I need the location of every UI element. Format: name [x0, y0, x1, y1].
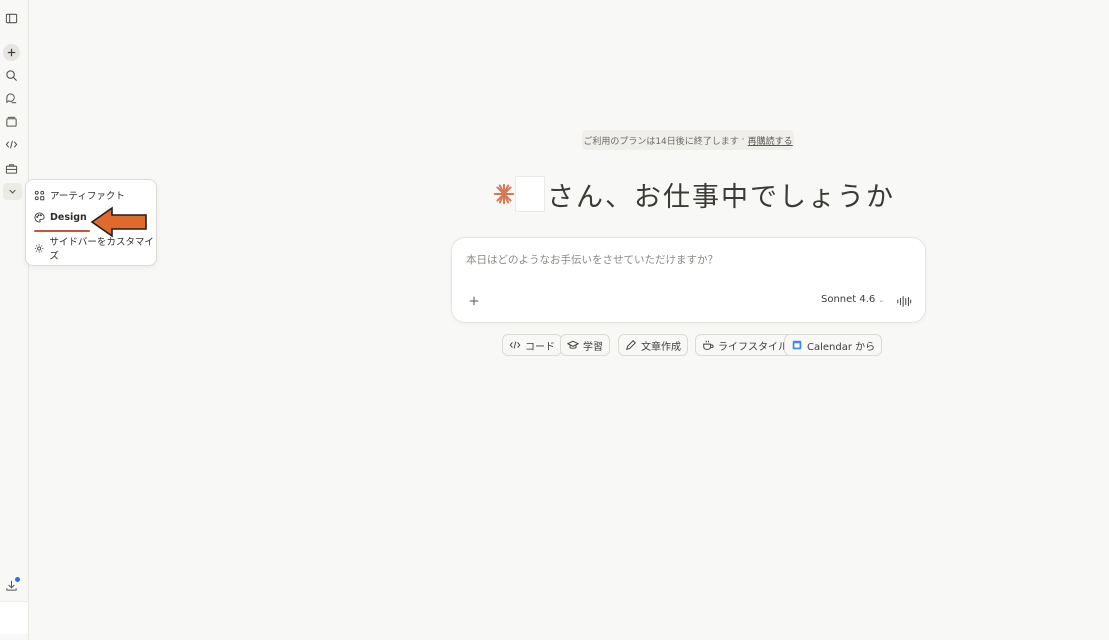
- model-name: Sonnet 4.6: [821, 294, 876, 305]
- chip-code[interactable]: コード: [502, 334, 562, 356]
- user-name-redacted: [515, 176, 545, 212]
- plan-expiry-banner: ご利用のプランは14日後に終了します · 再購読する: [582, 130, 794, 150]
- message-input[interactable]: 本日はどのようなお手伝いをさせていただけますか？: [466, 252, 718, 267]
- code-icon: [509, 341, 521, 349]
- chip-writing[interactable]: 文章作成: [618, 334, 688, 356]
- chip-label: 文章作成: [641, 341, 681, 353]
- artifacts-icon: [34, 190, 45, 200]
- briefcase-icon[interactable]: [3, 160, 20, 177]
- greeting-text: さん、お仕事中でしょうか: [547, 181, 895, 213]
- menu-item-artifacts[interactable]: アーティファクト: [34, 187, 125, 203]
- menu-item-label: Design: [50, 211, 87, 223]
- pen-icon: [626, 340, 636, 350]
- claude-logo-icon: [493, 183, 515, 205]
- chip-label: コード: [525, 341, 555, 353]
- chip-label: Calendar から: [807, 341, 876, 353]
- menu-item-label: サイドバーをカスタマイズ: [49, 237, 154, 262]
- active-underline: [34, 230, 90, 232]
- menu-item-customize-sidebar[interactable]: サイドバーをカスタマイズ: [34, 237, 156, 262]
- chevron-down-icon[interactable]: [3, 183, 22, 200]
- notification-dot: [15, 577, 20, 582]
- new-chat-icon[interactable]: [3, 44, 20, 61]
- voice-mode-button[interactable]: [895, 293, 913, 309]
- chip-lifestyle[interactable]: ライフスタイル: [695, 334, 795, 356]
- graduation-cap-icon: [567, 340, 579, 349]
- annotation-arrow-icon: [90, 206, 147, 238]
- chip-learning[interactable]: 学習: [560, 334, 610, 356]
- gear-icon: [34, 243, 44, 253]
- search-icon[interactable]: [3, 67, 20, 84]
- add-attachment-button[interactable]: [466, 293, 482, 309]
- chip-label: 学習: [583, 341, 603, 353]
- download-icon[interactable]: [3, 577, 20, 594]
- coffee-icon: [703, 340, 714, 350]
- menu-item-label: アーティファクト: [50, 191, 125, 202]
- chevron-down-icon: ⌄: [878, 295, 885, 304]
- banner-separator: ·: [741, 135, 745, 145]
- chip-calendar[interactable]: Calendar から: [784, 334, 883, 356]
- sidebar: [0, 0, 29, 640]
- menu-item-design[interactable]: Design: [34, 209, 87, 225]
- chats-icon[interactable]: [3, 90, 20, 107]
- model-selector[interactable]: Sonnet 4.6 ⌄: [821, 294, 884, 305]
- resubscribe-link[interactable]: 再購読する: [748, 134, 793, 147]
- composer[interactable]: 本日はどのようなお手伝いをさせていただけますか？ Sonnet 4.6 ⌄: [451, 237, 926, 323]
- panel-toggle-icon[interactable]: [3, 10, 20, 27]
- plus-icon: [469, 296, 479, 306]
- projects-icon[interactable]: [3, 113, 20, 130]
- chip-label: ライフスタイル: [718, 341, 788, 353]
- avatar[interactable]: [0, 601, 28, 634]
- palette-icon: [34, 211, 45, 223]
- code-icon[interactable]: [3, 136, 20, 153]
- banner-text: ご利用のプランは14日後に終了します: [583, 136, 739, 147]
- calendar-icon: [792, 340, 802, 350]
- greeting: さん、お仕事中でしょうか: [493, 172, 895, 216]
- voice-wave-icon: [897, 295, 912, 307]
